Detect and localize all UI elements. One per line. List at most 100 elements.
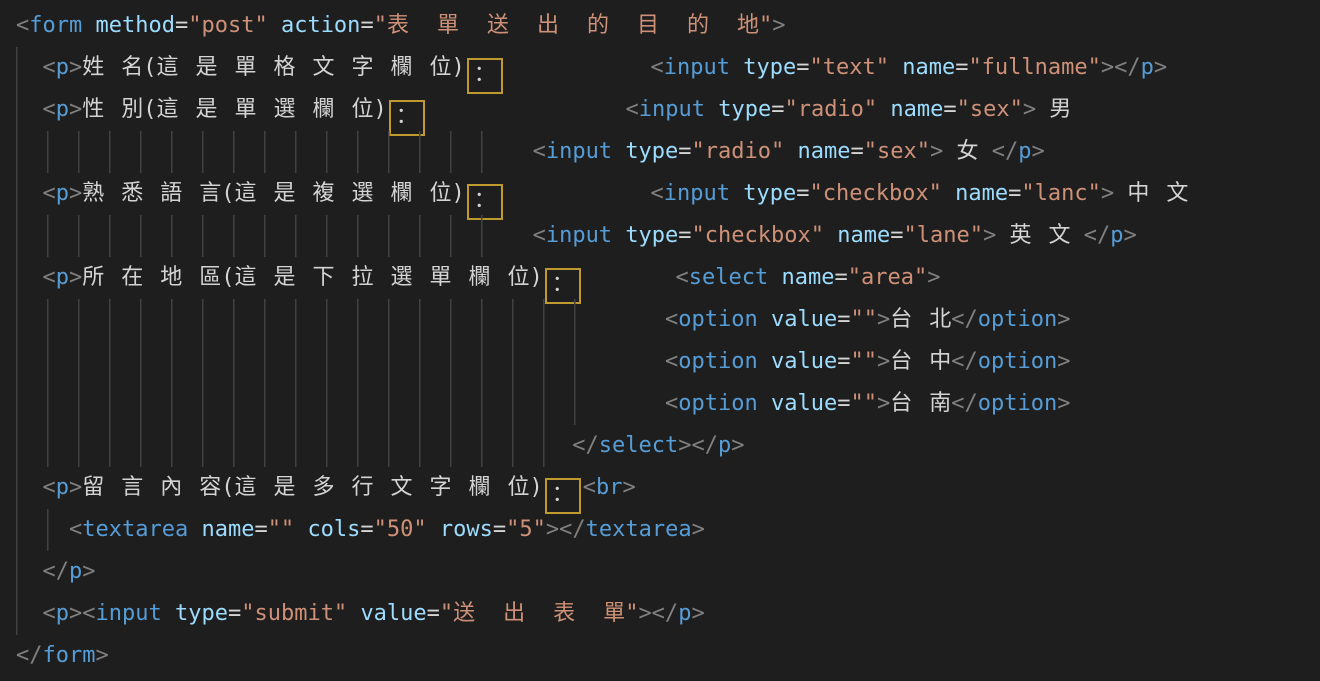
code-token: option (678, 391, 757, 416)
indent-guides (16, 341, 599, 383)
code-line: <p>性別(這是單選欄位)： <input type="radio" name=… (16, 89, 1320, 131)
code-line: <option value="">台中</option> (16, 341, 1320, 383)
code-token: < (43, 55, 56, 80)
code-line: <option value="">台北</option> (16, 299, 1320, 341)
code-token (1036, 97, 1049, 122)
code-token: > (691, 601, 704, 626)
code-token: = (890, 223, 903, 248)
code-token: "checkbox" (809, 181, 941, 206)
code-token (612, 139, 625, 164)
code-token (505, 55, 651, 80)
code-token: > (930, 139, 943, 164)
code-token: p (1110, 223, 1123, 248)
code-token: ( (221, 475, 234, 500)
code-token: > (1154, 55, 1167, 80)
code-token: >< (69, 601, 96, 626)
code-token (427, 97, 626, 122)
code-token: < (651, 181, 664, 206)
code-token: 這是單選欄位 (157, 97, 391, 122)
code-token: = (175, 13, 188, 38)
code-token: value (360, 601, 426, 626)
code-token: name (902, 55, 955, 80)
code-line: <form method="post" action="表單送出的目的地"> (16, 5, 1320, 47)
code-token: </ (572, 433, 599, 458)
code-token: </ (16, 643, 43, 668)
code-token: value (771, 349, 837, 374)
code-token: option (678, 349, 757, 374)
code-token: name (955, 181, 1008, 206)
code-line: <input type="checkbox" name="lane"> 英文 <… (16, 215, 1320, 257)
code-token: < (676, 265, 689, 290)
code-token: ) (374, 97, 387, 122)
code-line: <textarea name="" cols="50" rows="5"></t… (16, 509, 1320, 551)
code-token: ( (143, 55, 156, 80)
code-token: input (639, 97, 705, 122)
code-token: </ (43, 559, 70, 584)
indent-guides (16, 425, 572, 467)
code-token: < (533, 223, 546, 248)
code-token: < (43, 181, 56, 206)
code-token: > (772, 13, 785, 38)
code-token: ( (221, 265, 234, 290)
code-token: "sex" (957, 97, 1023, 122)
code-token: "post" (188, 13, 267, 38)
code-token: > (983, 223, 996, 248)
code-token: < (43, 601, 56, 626)
code-line: </p> (16, 551, 1320, 593)
code-token: p (1018, 139, 1031, 164)
code-token: </ (951, 391, 978, 416)
code-token: input (96, 601, 162, 626)
indent-guides (16, 593, 43, 635)
code-token: = (837, 307, 850, 332)
code-token (979, 139, 992, 164)
code-token: > (69, 181, 82, 206)
code-token: p (678, 601, 691, 626)
code-token: ></ (638, 601, 678, 626)
code-token: input (664, 55, 730, 80)
code-token: p (56, 97, 69, 122)
code-token: "text" (809, 55, 888, 80)
code-token (705, 97, 718, 122)
code-token: type (743, 55, 796, 80)
code-token: = (678, 223, 691, 248)
code-token: 這是單格文字欄位 (157, 55, 469, 80)
code-token: "submit" (241, 601, 347, 626)
code-token: "" (851, 307, 878, 332)
code-line: <p>所在地區(這是下拉選單欄位)： <select name="area"> (16, 257, 1320, 299)
indent-guides (16, 131, 493, 173)
code-token: p (56, 181, 69, 206)
code-token: method (95, 13, 174, 38)
code-token (599, 307, 665, 332)
code-token (758, 349, 771, 374)
code-token: " (374, 13, 387, 38)
code-token: > (877, 391, 890, 416)
code-line: <p><input type="submit" value="送出表單"></p… (16, 593, 1320, 635)
code-line: </form> (16, 635, 1320, 677)
code-token (996, 223, 1009, 248)
code-token: = (851, 139, 864, 164)
indent-guides (16, 89, 43, 131)
code-token (583, 265, 676, 290)
code-token: > (1057, 349, 1070, 374)
code-token (599, 391, 665, 416)
code-token: option (978, 391, 1057, 416)
code-token (758, 391, 771, 416)
code-token: > (69, 475, 82, 500)
code-line: <option value="">台南</option> (16, 383, 1320, 425)
code-token: form (29, 13, 82, 38)
code-token: 送出表單 (453, 601, 653, 626)
code-line: <p>留言內容(這是多行文字欄位)：<br> (16, 467, 1320, 509)
code-token: ( (221, 181, 234, 206)
code-token: > (1057, 391, 1070, 416)
code-token: "radio" (692, 139, 785, 164)
code-token: rows (440, 517, 493, 542)
code-token: > (1023, 97, 1036, 122)
code-token: > (877, 349, 890, 374)
code-token: > (69, 55, 82, 80)
code-token (188, 517, 201, 542)
code-token: < (665, 391, 678, 416)
code-token: p (69, 559, 82, 584)
code-editor[interactable]: <form method="post" action="表單送出的目的地"> <… (0, 0, 1320, 681)
code-token: < (665, 349, 678, 374)
code-token: > (1032, 139, 1045, 164)
